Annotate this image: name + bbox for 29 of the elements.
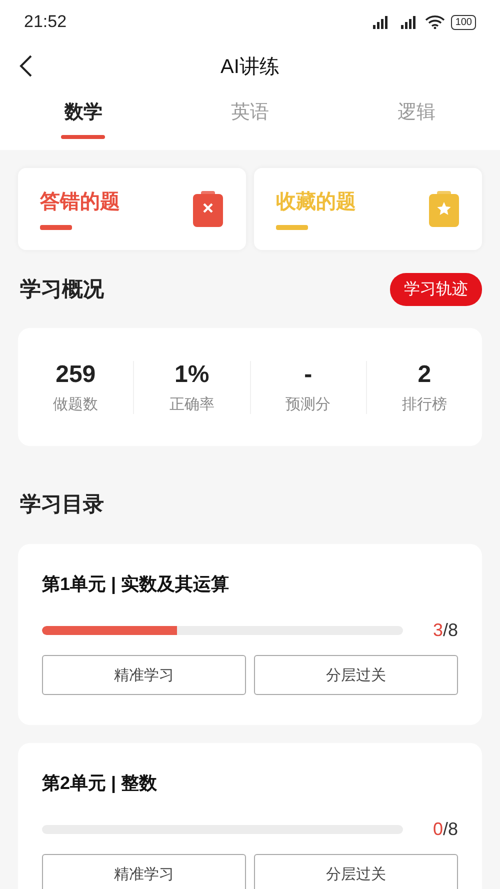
battery-level: 100 (451, 14, 476, 30)
stat-value: 1% (174, 360, 210, 388)
study-button[interactable]: 精准学习 (42, 655, 246, 695)
status-time: 21:52 (24, 12, 67, 32)
study-button[interactable]: 分层过关 (254, 655, 458, 695)
stat-value: 259 (56, 360, 96, 388)
stat-value: 2 (418, 360, 432, 388)
subject-tab[interactable]: 数学 (0, 88, 167, 150)
section-title: 学习概况 (20, 277, 104, 303)
wifi-icon (425, 15, 446, 29)
clipboard-x-icon (192, 190, 224, 228)
shortcut-card[interactable]: 答错的题 (18, 168, 246, 250)
study-button[interactable]: 精准学习 (42, 854, 246, 889)
section-title: 学习目录 (20, 492, 104, 518)
clipboard-star-icon (428, 190, 460, 228)
unit-title: 第2单元 | 整数 (42, 772, 158, 795)
stat-label: 排行榜 (402, 394, 447, 414)
stat-label: 预测分 (286, 394, 331, 414)
shortcut-label: 答错的题 (40, 190, 120, 215)
stat-label: 正确率 (169, 394, 214, 414)
study-button[interactable]: 分层过关 (254, 854, 458, 889)
progress-count: 3/8 (432, 620, 458, 641)
page-title: AI讲练 (220, 54, 280, 80)
shortcut-label: 收藏的题 (276, 190, 356, 215)
unit-title: 第1单元 | 实数及其运算 (42, 573, 230, 596)
stat-label: 做题数 (53, 394, 98, 414)
progress-count: 0/8 (432, 819, 458, 840)
stat-value: - (304, 360, 312, 388)
learning-track-button[interactable]: 学习轨迹 (390, 272, 482, 306)
